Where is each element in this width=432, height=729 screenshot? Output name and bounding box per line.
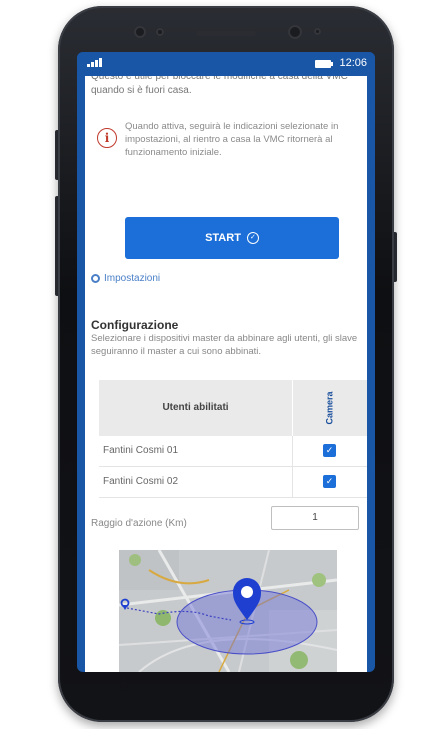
status-time: 12:06 bbox=[339, 57, 367, 69]
radius-label: Raggio d'azione (Km) bbox=[91, 518, 187, 529]
app-content[interactable]: Questo è utile per bloccare le modifiche… bbox=[85, 76, 367, 672]
intro-text: Questo è utile per bloccare le modifiche… bbox=[91, 76, 348, 96]
configuration-description: Selezionare i dispositivi master da abbi… bbox=[91, 333, 358, 357]
settings-link-label: Impostazioni bbox=[104, 273, 161, 284]
settings-link[interactable]: Impostazioni bbox=[91, 273, 160, 284]
start-button[interactable]: START ✓ bbox=[125, 217, 339, 259]
info-icon: i bbox=[97, 128, 117, 148]
divider bbox=[292, 436, 293, 466]
table-row: Fantini Cosmi 02 ✓ bbox=[99, 467, 367, 498]
info-box: i Quando attiva, seguirà le indicazioni … bbox=[97, 120, 361, 159]
signal-icon bbox=[87, 58, 102, 67]
radius-input[interactable]: 1 bbox=[271, 506, 359, 530]
divider bbox=[292, 467, 293, 497]
room-checkbox[interactable]: ✓ bbox=[323, 444, 336, 457]
map-graphic bbox=[119, 550, 337, 672]
table-row: Fantini Cosmi 01 ✓ bbox=[99, 436, 367, 467]
gear-icon bbox=[91, 274, 100, 283]
start-button-label: START bbox=[205, 232, 241, 244]
user-name: Fantini Cosmi 02 bbox=[103, 476, 179, 487]
battery-icon bbox=[315, 60, 333, 68]
table-header: Utenti abilitati Camera bbox=[99, 380, 367, 436]
front-camera-icon bbox=[288, 25, 302, 39]
map-view[interactable] bbox=[119, 550, 337, 672]
sensor-icon bbox=[314, 28, 321, 35]
check-circle-icon: ✓ bbox=[246, 232, 259, 244]
status-bar: 12:06 bbox=[77, 52, 375, 76]
room-checkbox[interactable]: ✓ bbox=[323, 475, 336, 488]
room-column-label: Camera bbox=[325, 391, 335, 425]
speaker-grille bbox=[196, 31, 256, 36]
sensor-icon bbox=[134, 26, 146, 38]
info-text: Quando attiva, seguirà le indicazioni se… bbox=[125, 121, 339, 158]
phone-screen: 12:06 Questo è utile per bloccare le mod… bbox=[77, 52, 375, 672]
users-column-header: Utenti abilitati bbox=[162, 402, 229, 413]
user-name: Fantini Cosmi 01 bbox=[103, 445, 179, 456]
sensor-icon bbox=[156, 28, 164, 36]
room-column-header: Camera bbox=[293, 380, 367, 436]
configuration-title: Configurazione bbox=[91, 318, 179, 332]
